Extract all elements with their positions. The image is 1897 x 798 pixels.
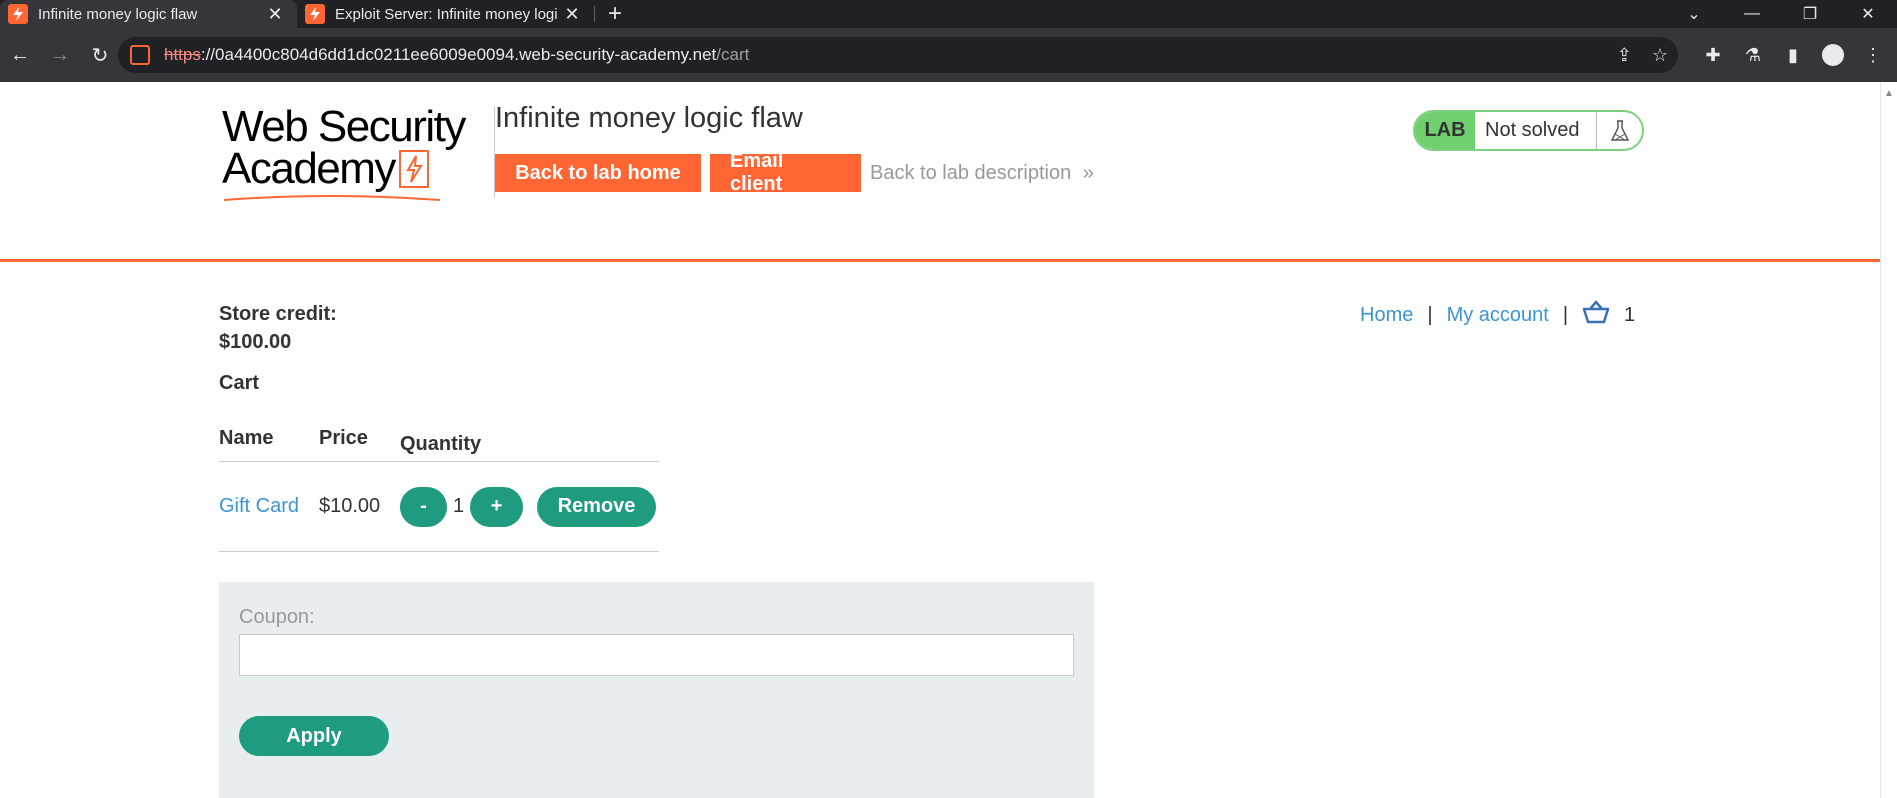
- page-scrollbar[interactable]: ▲: [1880, 82, 1897, 798]
- coupon-form: Coupon: Apply: [219, 582, 1094, 798]
- quantity-stepper: - 1 +: [400, 486, 540, 527]
- extension-area: ✚ ⚗ ▮ ⋮: [1695, 28, 1897, 82]
- close-window-icon[interactable]: ✕: [1839, 0, 1897, 28]
- nav-separator: |: [1562, 303, 1569, 326]
- email-client-button[interactable]: Email client: [710, 150, 861, 195]
- decrease-quantity-button[interactable]: -: [400, 486, 447, 527]
- store-credit-label: Store credit:: [219, 303, 337, 325]
- lab-extension-icon[interactable]: ⚗: [1735, 45, 1771, 66]
- close-tab-icon[interactable]: ✕: [562, 4, 582, 25]
- column-quantity: Quantity: [400, 432, 482, 455]
- tab-search-icon[interactable]: ⌄: [1665, 0, 1723, 28]
- web-security-academy-logo[interactable]: Web Security Academy: [222, 102, 470, 202]
- academy-favicon-icon: [8, 4, 28, 24]
- reload-icon[interactable]: ↻: [80, 35, 120, 75]
- increase-quantity-button[interactable]: +: [470, 486, 524, 527]
- restore-icon[interactable]: ❐: [1781, 0, 1839, 28]
- my-account-link[interactable]: My account: [1447, 304, 1549, 327]
- table-row: Gift Card $10.00 - 1 + Remove: [219, 462, 659, 552]
- browser-tab-strip: Infinite money logic flaw ✕ Exploit Serv…: [0, 0, 1897, 28]
- cart-table-header: Name Price Quantity: [219, 427, 659, 462]
- coupon-label: Coupon:: [239, 606, 315, 628]
- coupon-input[interactable]: [239, 634, 1074, 676]
- tab-exploit-server[interactable]: Exploit Server: Infinite money logi ✕: [297, 0, 594, 28]
- remove-button[interactable]: Remove: [537, 486, 656, 527]
- minimize-icon[interactable]: —: [1723, 0, 1781, 28]
- academy-favicon-icon: [305, 4, 325, 24]
- omnibox-actions: ⇪ ☆: [1617, 45, 1668, 66]
- back-to-lab-home-button[interactable]: Back to lab home: [495, 154, 701, 192]
- bookmark-star-icon[interactable]: ☆: [1652, 45, 1668, 66]
- column-price: Price: [319, 427, 368, 449]
- product-price: $10.00: [319, 495, 381, 517]
- lab-title: Infinite money logic flaw: [495, 102, 803, 134]
- cart-count: 1: [1624, 303, 1636, 326]
- top-nav: Home | My account | 1: [1360, 300, 1635, 330]
- url-scheme: https: [164, 45, 201, 64]
- side-panel-icon[interactable]: ▮: [1775, 45, 1811, 66]
- scroll-up-icon[interactable]: ▲: [1881, 88, 1897, 99]
- close-tab-icon[interactable]: ✕: [265, 4, 285, 25]
- store-credit: Store credit: $100.00: [219, 300, 337, 356]
- page-content: Web Security Academy Infinite money logi…: [0, 82, 1880, 798]
- lab-badge: LAB: [1415, 112, 1475, 149]
- address-bar[interactable]: https://0a4400c804d6dd1dc0211ee6009e0094…: [118, 37, 1678, 73]
- profile-icon[interactable]: [1815, 44, 1851, 66]
- product-link[interactable]: Gift Card: [219, 495, 319, 518]
- tab-infinite-money[interactable]: Infinite money logic flaw ✕: [0, 0, 297, 28]
- forward-arrow-icon[interactable]: →: [40, 35, 80, 75]
- double-chevron-icon: »: [1082, 162, 1094, 184]
- new-tab-button[interactable]: +: [595, 0, 635, 28]
- nav-separator: |: [1427, 303, 1433, 326]
- apply-coupon-button[interactable]: Apply: [239, 716, 389, 756]
- site-info-icon[interactable]: [130, 45, 150, 65]
- lab-status-text: Not solved: [1475, 112, 1597, 149]
- menu-kebab-icon[interactable]: ⋮: [1855, 45, 1891, 66]
- home-link[interactable]: Home: [1360, 304, 1413, 327]
- tab-title: Infinite money logic flaw: [38, 5, 198, 23]
- browser-toolbar: ← → ↻ https://0a4400c804d6dd1dc0211ee600…: [0, 28, 1897, 82]
- lab-status-widget: LAB Not solved: [1413, 110, 1644, 151]
- logo-line-1: Web Security: [222, 102, 466, 151]
- share-icon[interactable]: ⇪: [1617, 45, 1632, 66]
- cart-heading: Cart: [219, 372, 260, 394]
- cart-table: Name Price Quantity Gift Card $10.00 - 1…: [219, 427, 659, 552]
- quantity-value: 1: [453, 495, 465, 517]
- back-arrow-icon[interactable]: ←: [0, 35, 40, 75]
- logo-bolt-icon: [398, 150, 429, 188]
- url-path: /cart: [716, 45, 750, 64]
- extensions-puzzle-icon[interactable]: ✚: [1695, 45, 1731, 66]
- back-to-lab-description-link[interactable]: Back to lab description »: [870, 162, 1094, 185]
- cart-basket-icon[interactable]: [1582, 300, 1610, 330]
- store-credit-value: $100.00: [219, 331, 292, 353]
- url-host: ://0a4400c804d6dd1dc0211ee6009e0094.web-…: [200, 45, 717, 64]
- tab-title: Exploit Server: Infinite money logi: [335, 5, 558, 23]
- column-name: Name: [219, 427, 274, 449]
- flask-icon: [1597, 112, 1642, 149]
- window-controls: ⌄ — ❐ ✕: [1665, 0, 1897, 28]
- lab-header: Web Security Academy Infinite money logi…: [0, 82, 1880, 262]
- logo-line-2: Academy: [222, 147, 470, 191]
